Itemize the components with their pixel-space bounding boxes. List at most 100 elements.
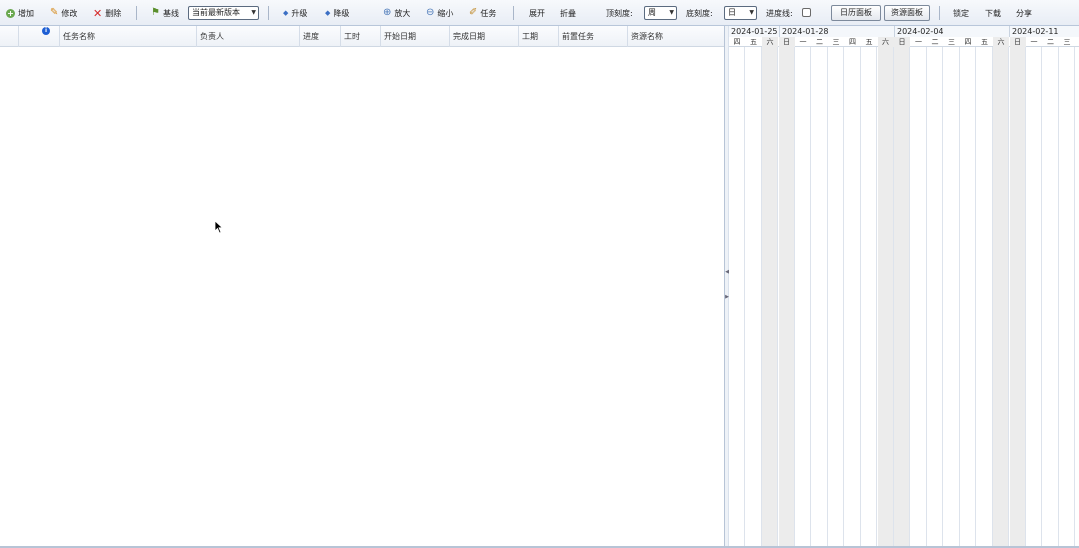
- collapse-label: 折叠: [560, 8, 576, 18]
- day-label: 日: [894, 37, 910, 47]
- zoom-out-label: 缩小: [437, 8, 454, 18]
- day-label: 二: [816, 38, 823, 46]
- arrow-right-icon: ◆: [325, 8, 331, 17]
- week-label: 2024-02-04: [894, 26, 1009, 37]
- baseline-label: 基线: [162, 8, 179, 18]
- gantt-day-header: 四五六日一二三四五六日一二三四五六日一二三: [729, 37, 1079, 47]
- day-column: [828, 47, 844, 546]
- day-label: 二: [931, 38, 939, 46]
- row-selector-column[interactable]: [0, 26, 19, 47]
- task-icon: ✐: [469, 7, 478, 18]
- download-button[interactable]: 下载: [985, 0, 1001, 26]
- day-column: [812, 47, 828, 546]
- arrow-left-icon: ◆: [283, 8, 289, 17]
- column-work-hours[interactable]: 工时: [341, 26, 381, 47]
- toolbar: + 增加 ✎ 修改 ✕ 删除 ⚑ 基线 当前最新版本 ▼ ◆ 升级 ◆ 降级 ⊕…: [0, 0, 1079, 26]
- day-label: 三: [832, 38, 840, 46]
- week-label: 2024-01-28: [779, 26, 894, 37]
- edit-label: 修改: [61, 8, 78, 18]
- column-finish-date[interactable]: 完成日期: [450, 26, 519, 47]
- add-button[interactable]: + 增加: [6, 0, 34, 26]
- day-column: [894, 47, 910, 546]
- lock-label: 锁定: [953, 8, 969, 18]
- chevron-down-icon: ▼: [251, 9, 256, 16]
- column-duration[interactable]: 工期: [519, 26, 559, 47]
- day-column: [927, 47, 943, 546]
- day-label: 六: [877, 37, 894, 47]
- week-label: 2024-01-25: [731, 27, 778, 36]
- day-column: [911, 47, 927, 546]
- top-scale-value: 周: [648, 8, 656, 17]
- task-grid-body[interactable]: [0, 47, 725, 546]
- day-label: 三: [948, 38, 955, 46]
- edit-button[interactable]: ✎ 修改: [50, 0, 77, 26]
- day-column: [993, 47, 1009, 546]
- day-label: 一: [1030, 38, 1038, 46]
- column-predecessors[interactable]: 前置任务: [559, 26, 628, 47]
- downgrade-button[interactable]: ◆ 降级: [325, 0, 349, 26]
- column-resource-name[interactable]: 资源名称: [628, 26, 725, 47]
- chevron-down-icon: ▼: [669, 9, 674, 16]
- day-label: 五: [865, 38, 873, 46]
- day-label: 五: [750, 38, 757, 46]
- downgrade-label: 降级: [333, 8, 350, 18]
- day-column: [729, 47, 745, 546]
- info-column[interactable]: i: [19, 26, 60, 47]
- bottom-scale-value: 日: [728, 8, 736, 17]
- gantt-chart[interactable]: 2024-01-25 2024-01-28 2024-02-04 2024-02…: [729, 26, 1079, 546]
- toolbar-divider: [136, 6, 137, 20]
- day-column: [1026, 47, 1042, 546]
- day-label: 四: [733, 38, 741, 46]
- task-button[interactable]: ✐ 任务: [469, 0, 496, 26]
- day-label: 五: [981, 38, 988, 46]
- zoom-in-icon: ⊕: [383, 7, 392, 18]
- day-column: [1059, 47, 1075, 546]
- day-column: [795, 47, 811, 546]
- column-task-name[interactable]: 任务名称: [60, 26, 197, 47]
- column-owner[interactable]: 负责人: [197, 26, 300, 47]
- resource-panel-button[interactable]: 资源面板: [884, 5, 930, 21]
- toolbar-divider: [268, 6, 269, 20]
- task-label: 任务: [480, 8, 497, 18]
- chevron-down-icon: ▼: [749, 9, 754, 16]
- bottom-scale-text: 底刻度:: [686, 8, 713, 18]
- pencil-icon: ✎: [50, 7, 59, 18]
- add-icon: +: [6, 8, 15, 18]
- progress-line-checkbox[interactable]: [802, 8, 811, 17]
- day-label: 六: [993, 37, 1009, 47]
- day-column: [944, 47, 960, 546]
- bottom-scale-select[interactable]: 日 ▼: [724, 6, 757, 20]
- top-scale-text: 顶刻度:: [606, 8, 633, 18]
- zoom-out-icon: ⊖: [426, 7, 435, 18]
- task-grid-header: i 任务名称 负责人 进度 工时 开始日期 完成日期 工期 前置任务 资源名称: [0, 26, 725, 47]
- day-column: [861, 47, 877, 546]
- day-column: [877, 47, 894, 546]
- day-label: 六: [762, 37, 778, 47]
- upgrade-button[interactable]: ◆ 升级: [283, 0, 307, 26]
- toolbar-divider: [939, 6, 940, 20]
- baseline-button[interactable]: ⚑ 基线: [151, 0, 179, 26]
- download-label: 下载: [985, 8, 1001, 18]
- share-button[interactable]: 分享: [1016, 0, 1032, 26]
- column-start-date[interactable]: 开始日期: [381, 26, 450, 47]
- top-scale-label: 顶刻度:: [606, 0, 633, 26]
- collapse-button[interactable]: 折叠: [560, 0, 576, 26]
- lock-button[interactable]: 锁定: [953, 0, 969, 26]
- zoom-out-button[interactable]: ⊖ 缩小: [426, 0, 453, 26]
- top-scale-select[interactable]: 周 ▼: [644, 6, 677, 20]
- zoom-in-label: 放大: [394, 8, 411, 18]
- gantt-week-header: 2024-01-25 2024-01-28 2024-02-04 2024-02…: [729, 26, 1079, 37]
- column-progress[interactable]: 进度: [300, 26, 341, 47]
- week-label: 2024-02-11: [1009, 26, 1079, 37]
- progress-line-label: 进度线:: [766, 0, 793, 26]
- add-label: 增加: [18, 8, 34, 18]
- day-label: 四: [849, 38, 856, 46]
- delete-button[interactable]: ✕ 删除: [93, 0, 121, 26]
- zoom-in-button[interactable]: ⊕ 放大: [383, 0, 410, 26]
- version-select[interactable]: 当前最新版本 ▼: [188, 6, 259, 20]
- progress-line-text: 进度线:: [766, 8, 793, 18]
- calendar-panel-button[interactable]: 日历面板: [831, 5, 881, 21]
- day-label: 一: [915, 38, 922, 46]
- expand-button[interactable]: 展开: [529, 0, 545, 26]
- baseline-icon: ⚑: [151, 7, 160, 18]
